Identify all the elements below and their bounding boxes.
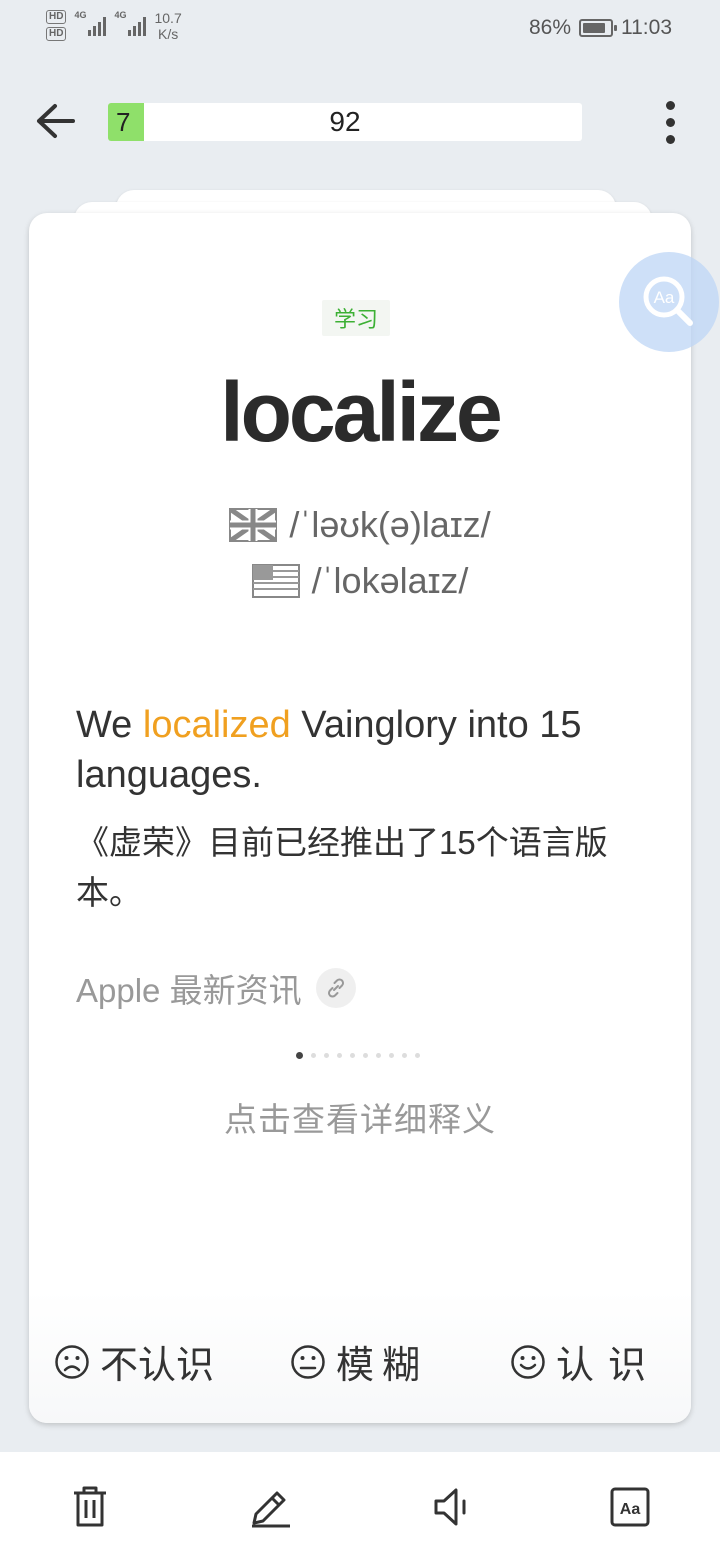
- back-button[interactable]: [30, 96, 80, 146]
- hd-badge-2: HD: [46, 27, 67, 41]
- sentence-before: We: [76, 704, 143, 746]
- phonetic-uk-text: /ˈləʊk(ə)laɪz/: [289, 504, 491, 545]
- pencil-icon: [252, 1491, 290, 1528]
- signal-icon-2: 4G: [114, 10, 147, 36]
- trash-icon: [74, 1486, 106, 1527]
- know-label: 认识: [556, 1345, 661, 1387]
- vague-button[interactable]: 模糊: [290, 1334, 428, 1389]
- delete-button[interactable]: [65, 1482, 115, 1532]
- network-type-1: 4G: [74, 10, 87, 20]
- hd-badge-1: HD: [46, 10, 67, 24]
- vague-label: 模糊: [336, 1345, 429, 1387]
- font-size-icon: Aa: [610, 1487, 650, 1527]
- more-options-button[interactable]: [646, 96, 694, 148]
- status-right: 86% 11:03: [529, 16, 672, 40]
- dont-know-button[interactable]: 不认识: [54, 1334, 214, 1389]
- pager-dot: [337, 1053, 342, 1058]
- battery-fill: [583, 23, 606, 33]
- pager-dot: [415, 1053, 420, 1058]
- phonetic-uk[interactable]: /ˈləʊk(ə)laɪz/: [0, 504, 720, 546]
- status-left: HD HD 4G 4G 10.7 K/s: [46, 10, 182, 42]
- dont-know-label: 不认识: [100, 1345, 215, 1387]
- know-button[interactable]: 认识: [510, 1334, 660, 1389]
- translate-search-icon: Aa: [643, 276, 693, 326]
- progress-bar: 92 7: [108, 103, 582, 141]
- example-sentence: We localized Vainglory into 15 languages…: [76, 700, 646, 800]
- progress-total: 92: [329, 106, 361, 137]
- speaker-icon: [434, 1488, 466, 1526]
- progress-current: 7: [108, 103, 145, 141]
- sound-button[interactable]: [425, 1482, 475, 1532]
- status-tag: 学习: [322, 300, 391, 336]
- example-pager: [296, 1052, 420, 1059]
- speed-unit: K/s: [157, 26, 179, 42]
- pager-dot: [363, 1053, 368, 1058]
- pager-dot: [402, 1053, 407, 1058]
- neutral-face-icon: [291, 1344, 325, 1379]
- pager-dot: [311, 1053, 316, 1058]
- source-text: Apple 最新资讯: [76, 972, 302, 1009]
- pager-dot: [389, 1053, 394, 1058]
- phonetic-us[interactable]: /ˈlokəlaɪz/: [0, 560, 720, 602]
- sentence-translation: 《虚荣》目前已经推出了15个语言版本。: [76, 824, 608, 911]
- font-button[interactable]: Aa: [605, 1482, 655, 1532]
- sentence-highlight: localized: [142, 704, 291, 746]
- status-bar: HD HD 4G 4G 10.7 K/s 86% 11:03: [0, 0, 720, 60]
- pager-dot: [350, 1053, 355, 1058]
- signal-icon-1: 4G: [74, 10, 107, 36]
- source-link-button[interactable]: [315, 968, 356, 1008]
- phonetic-us-text: /ˈlokəlaɪz/: [311, 560, 469, 601]
- sentence-source: Apple 最新资讯: [76, 964, 356, 1012]
- view-details-button[interactable]: 点击查看详细释义: [0, 1093, 720, 1141]
- more-vertical-icon: [665, 100, 675, 110]
- sad-face-icon: [55, 1344, 89, 1379]
- speed-value: 10.7: [154, 10, 182, 26]
- uk-flag-icon: [229, 508, 278, 542]
- pager-dot: [376, 1053, 381, 1058]
- floating-translate-button[interactable]: Aa: [619, 252, 719, 352]
- battery-icon: [579, 19, 617, 37]
- edit-button[interactable]: [245, 1482, 295, 1532]
- network-type-2: 4G: [114, 10, 127, 20]
- network-speed: 10.7 K/s: [154, 10, 181, 42]
- battery-percent: 86%: [528, 16, 571, 39]
- link-icon: [327, 978, 344, 998]
- pager-dot: [296, 1052, 303, 1059]
- us-flag-icon: [251, 564, 300, 598]
- smile-face-icon: [511, 1344, 545, 1379]
- bottom-toolbar: Aa: [0, 1452, 720, 1560]
- arrow-left-icon: [37, 104, 75, 138]
- word-title: localize: [220, 365, 502, 459]
- clock: 11:03: [621, 16, 672, 39]
- svg-text:Aa: Aa: [654, 288, 675, 307]
- pager-dot: [324, 1053, 329, 1058]
- svg-text:Aa: Aa: [620, 1501, 641, 1518]
- hd-indicators: HD HD: [46, 10, 67, 41]
